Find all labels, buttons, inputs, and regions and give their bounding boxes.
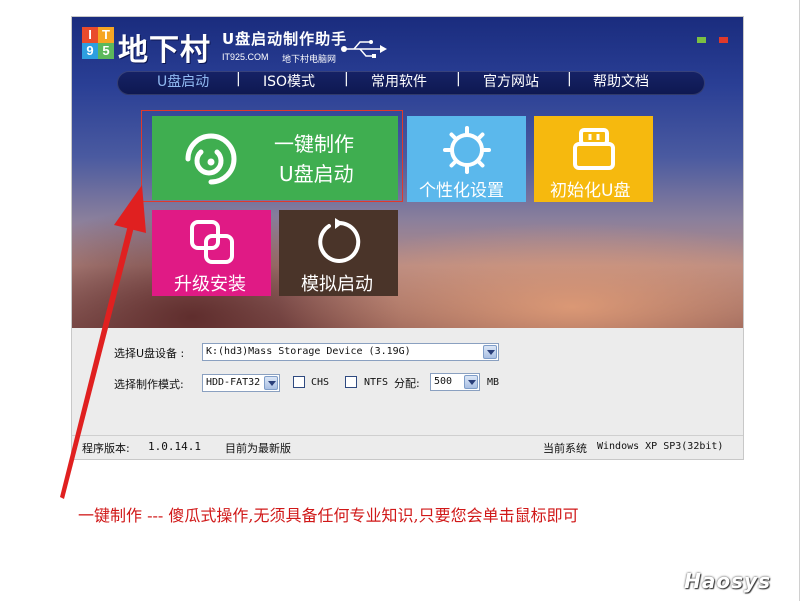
chs-label: CHS	[311, 377, 330, 388]
status-bar: 程序版本: 1.0.14.1 目前为最新版 当前系统 Windows XP SP…	[72, 435, 743, 459]
update-status: 目前为最新版	[225, 442, 291, 455]
usb-icon	[341, 40, 387, 58]
device-select-value: K:(hd3)Mass Storage Device (3.19G)	[206, 346, 411, 357]
logo-grid-icon: I T 9 5	[82, 27, 114, 59]
ntfs-checkbox[interactable]	[345, 376, 357, 388]
ntfs-label: NTFS	[364, 377, 389, 388]
logo-site: IT925.COM	[222, 52, 269, 62]
alloc-select-value: 500	[434, 376, 453, 387]
tile-upgrade-label: 升级安装	[174, 274, 246, 295]
refresh-icon	[318, 218, 361, 263]
highlight-box	[141, 110, 403, 202]
usb-drive-icon	[573, 128, 615, 170]
gear-icon	[443, 126, 491, 174]
app-window: I T 9 5 地下村 U盘启动制作助手 IT925.COM 地下村电脑网 U盘…	[72, 17, 743, 459]
nav-separator: |	[344, 71, 349, 87]
alloc-unit: MB	[487, 377, 500, 388]
upgrade-install-tile[interactable]: 升级安装	[152, 210, 271, 296]
nav-separator: |	[567, 71, 572, 87]
os-label: 当前系统	[543, 442, 587, 455]
nav-common-software[interactable]: 常用软件	[371, 71, 427, 95]
nav-separator: |	[456, 71, 461, 87]
copy-upgrade-icon	[190, 220, 234, 264]
tile-simulate-label: 模拟启动	[301, 274, 373, 295]
header-banner: I T 9 5 地下村 U盘启动制作助手 IT925.COM 地下村电脑网 U盘…	[72, 17, 743, 328]
logo-site-name: 地下村电脑网	[282, 55, 337, 65]
device-select[interactable]: K:(hd3)Mass Storage Device (3.19G)	[202, 343, 499, 361]
nav-separator: |	[236, 71, 241, 87]
personalize-settings-tile[interactable]: 个性化设置	[407, 116, 526, 202]
mode-select[interactable]: HDD-FAT32	[202, 374, 280, 392]
chs-checkbox[interactable]	[293, 376, 305, 388]
minimize-button[interactable]	[697, 37, 706, 43]
main-nav: U盘启动 | ISO模式 | 常用软件 | 官方网站 | 帮助文档	[117, 71, 705, 95]
logo: I T 9 5 地下村 U盘启动制作助手 IT925.COM 地下村电脑网	[82, 25, 387, 68]
chevron-down-icon[interactable]	[464, 375, 478, 389]
chevron-down-icon[interactable]	[264, 376, 278, 390]
logo-grid-cell: I	[82, 27, 98, 43]
watermark: Haosys	[684, 569, 771, 593]
logo-grid-cell: T	[98, 27, 114, 43]
chevron-down-icon[interactable]	[483, 345, 497, 359]
simulate-boot-tile[interactable]: 模拟启动	[279, 210, 398, 296]
window-controls	[697, 37, 728, 43]
app-title: U盘启动制作助手	[222, 30, 348, 48]
nav-official-site[interactable]: 官方网站	[483, 71, 539, 95]
logo-grid-cell: 9	[82, 43, 98, 59]
nav-iso-mode[interactable]: ISO模式	[263, 71, 315, 95]
nav-help-docs[interactable]: 帮助文档	[593, 71, 649, 95]
close-button[interactable]	[719, 37, 728, 43]
annotation-arrow-icon	[60, 185, 146, 499]
alloc-select[interactable]: 500	[430, 373, 480, 391]
logo-grid-cell: 5	[98, 43, 114, 59]
mode-select-value: HDD-FAT32	[206, 377, 261, 388]
tile-init-label: 初始化U盘	[550, 181, 631, 201]
os-value: Windows XP SP3(32bit)	[597, 441, 724, 452]
alloc-label: 分配:	[394, 377, 420, 390]
nav-usb-boot[interactable]: U盘启动	[157, 71, 209, 95]
annotation-text: 一键制作 --- 傻瓜式操作,无须具备任何专业知识,只要您会单击鼠标即可	[78, 506, 579, 525]
logo-name: 地下村	[118, 33, 211, 68]
tile-personal-label: 个性化设置	[419, 181, 504, 201]
screenshot-canvas: I T 9 5 地下村 U盘启动制作助手 IT925.COM 地下村电脑网 U盘…	[0, 0, 800, 601]
initialize-usb-tile[interactable]: 初始化U盘	[534, 116, 653, 202]
